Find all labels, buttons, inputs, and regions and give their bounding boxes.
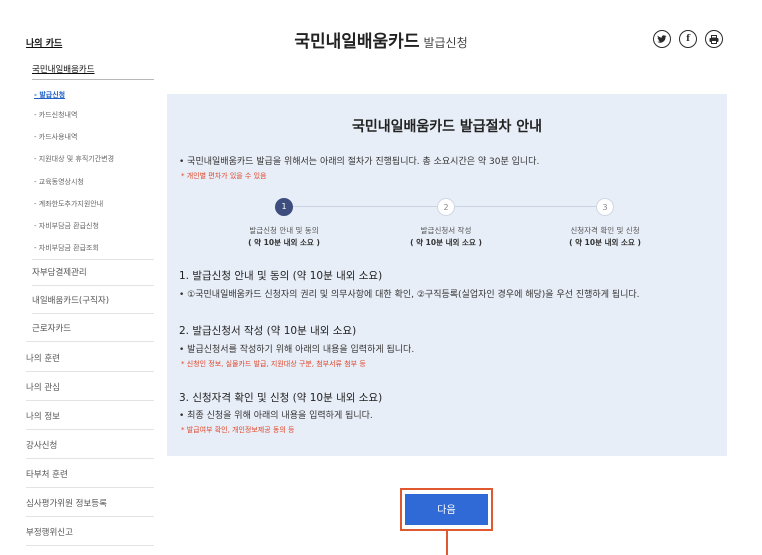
- guide-intro: • 국민내일배움카드 발급을 위해서는 아래의 절차가 진행됩니다. 총 소요시…: [179, 157, 540, 167]
- divider: [32, 259, 154, 260]
- guide-title: 국민내일배움카드 발급절차 안내: [351, 119, 543, 135]
- section-1-text: • ①국민내일배움카드 신청자의 권리 및 의무사항에 대한 확인, ②구직등록…: [179, 290, 640, 300]
- step-2-circle: 2: [437, 198, 455, 216]
- sidebar-my-training[interactable]: 나의 훈련: [26, 352, 154, 364]
- section-3-heading: 3. 신청자격 확인 및 신청 (약 10분 내외 소요): [179, 392, 383, 404]
- sidebar-instructor-apply[interactable]: 강사신청: [26, 439, 154, 451]
- section-1-heading: 1. 발급신청 안내 및 동의 (약 10분 내외 소요): [179, 270, 383, 282]
- sidebar: 나의 카드 국민내일배움카드 - 발급신청 - 카드신청내역 - 카드사용내역 …: [26, 0, 156, 555]
- sidebar-item-apply[interactable]: - 발급신청: [34, 90, 65, 100]
- section-3-note: * 발급여부 확인, 개인정보제공 동의 등: [181, 426, 295, 434]
- page-title-sub: 발급신청: [423, 36, 468, 50]
- sidebar-jobseeker-card[interactable]: 내일배움카드(구직자): [32, 294, 154, 306]
- step-3-label: 신청자격 확인 및 신청( 약 10분 내외 소요 ): [569, 226, 641, 247]
- section-3-text: • 최종 신청을 위해 아래의 내용을 입력하게 됩니다.: [179, 411, 373, 421]
- divider: [26, 545, 154, 546]
- sidebar-item-account-limit[interactable]: - 계좌한도추가지원안내: [34, 199, 103, 209]
- sidebar-item-history[interactable]: - 카드신청내역: [34, 110, 77, 120]
- issuance-guide-panel: 국민내일배움카드 발급절차 안내 • 국민내일배움카드 발급을 위해서는 아래의…: [167, 94, 727, 456]
- section-2-text: • 발급신청서를 작성하기 위해 아래의 내용을 입력하게 됩니다.: [179, 345, 415, 355]
- sidebar-other-ministry-training[interactable]: 타부처 훈련: [26, 468, 154, 480]
- divider: [26, 487, 154, 488]
- sidebar-my-info[interactable]: 나의 정보: [26, 410, 154, 422]
- facebook-icon[interactable]: f: [679, 30, 697, 48]
- print-icon[interactable]: [705, 30, 723, 48]
- next-button[interactable]: 다음: [405, 494, 488, 525]
- page-title-main: 국민내일배움카드: [294, 32, 420, 52]
- divider: [32, 79, 154, 80]
- divider: [26, 400, 154, 401]
- divider: [26, 371, 154, 372]
- divider: [26, 458, 154, 459]
- sidebar-evaluator-register[interactable]: 심사평가위원 정보등록: [26, 497, 154, 509]
- step-1-label: 발급신청 안내 및 동의( 약 10분 내외 소요 ): [248, 226, 320, 247]
- sidebar-fraud-report[interactable]: 부정행위신고: [26, 526, 154, 538]
- sidebar-national-card[interactable]: 국민내일배움카드: [32, 63, 95, 75]
- step-connector: [455, 206, 605, 207]
- divider: [32, 313, 154, 314]
- step-1-circle: 1: [275, 198, 293, 216]
- page-title: 국민내일배움카드 발급신청: [0, 27, 762, 52]
- divider: [32, 285, 154, 286]
- sidebar-my-interest[interactable]: 나의 관심: [26, 381, 154, 393]
- sidebar-item-education-video[interactable]: - 교육동영상시청: [34, 177, 84, 187]
- divider: [26, 341, 154, 342]
- guide-intro-note: * 개인별 편차가 있을 수 있음: [181, 172, 267, 180]
- sidebar-item-eligibility-change[interactable]: - 지원대상 및 휴직기간변경: [34, 154, 114, 164]
- step-2-label: 발급신청서 작성( 약 10분 내외 소요 ): [410, 226, 482, 247]
- step-3-circle: 3: [596, 198, 614, 216]
- sidebar-self-pay[interactable]: 자부담결제관리: [32, 266, 154, 278]
- divider: [26, 516, 154, 517]
- section-2-heading: 2. 발급신청서 작성 (약 10분 내외 소요): [179, 325, 357, 337]
- section-2-note: * 신청인 정보, 실물카드 발급, 지원대상 구분, 첨부서류 첨부 등: [181, 360, 366, 368]
- twitter-icon[interactable]: [653, 30, 671, 48]
- sidebar-item-refund-view[interactable]: - 자비부담금 환급조회: [34, 243, 99, 253]
- sidebar-worker-card[interactable]: 근로자카드: [32, 322, 154, 334]
- divider: [26, 429, 154, 430]
- pointer-indicator: [446, 531, 448, 555]
- step-connector: [293, 206, 446, 207]
- sidebar-item-refund-apply[interactable]: - 자비부담금 환급신청: [34, 221, 99, 231]
- sidebar-item-usage[interactable]: - 카드사용내역: [34, 132, 77, 142]
